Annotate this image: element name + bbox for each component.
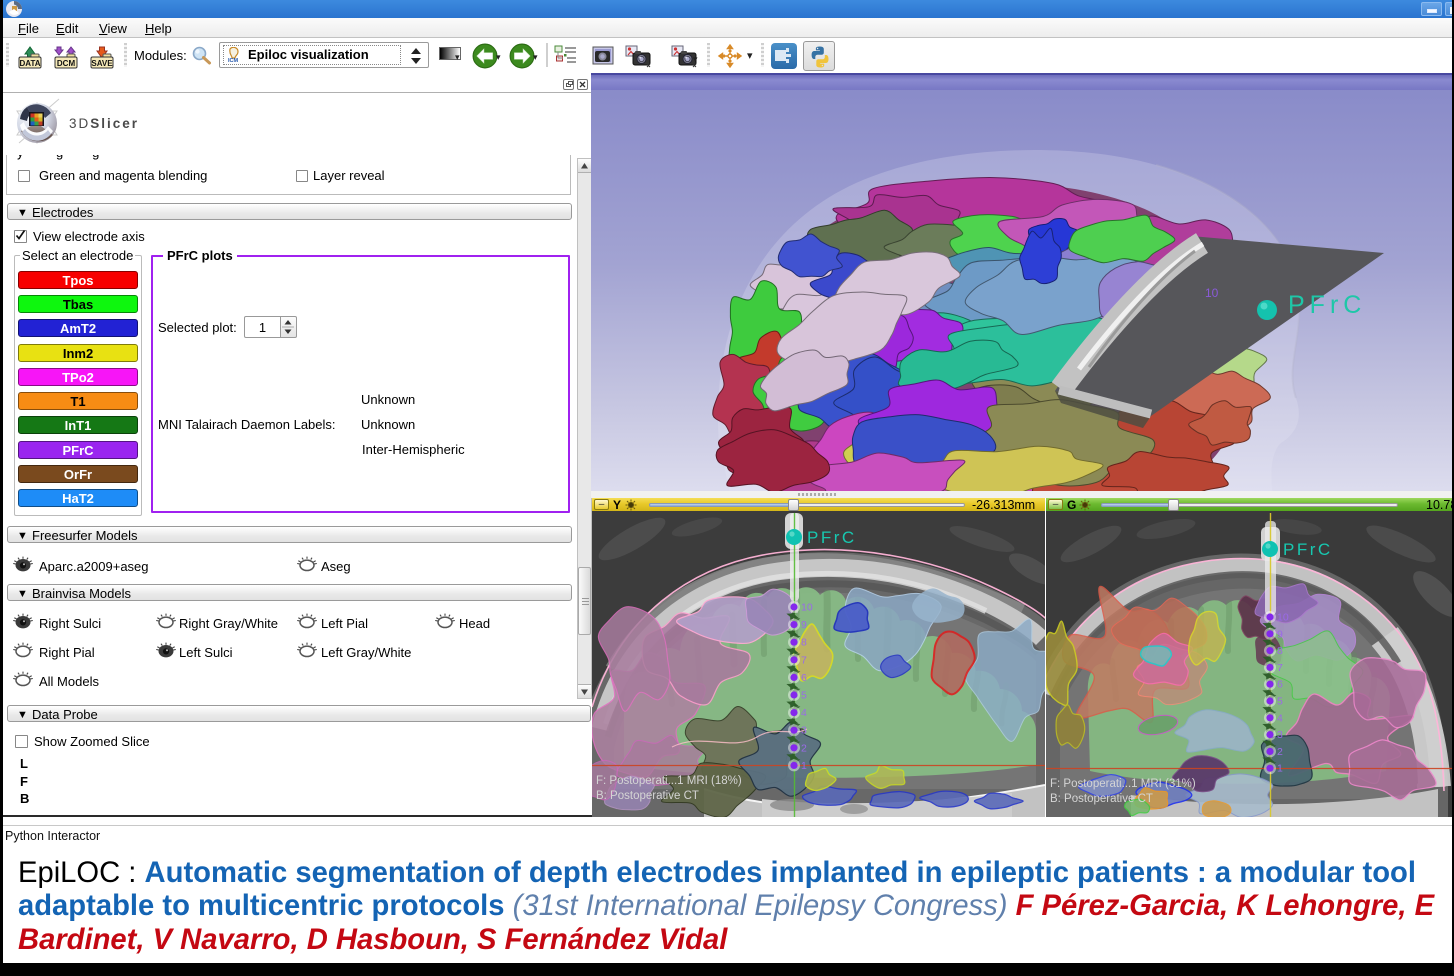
svg-text:7: 7	[1277, 662, 1283, 674]
svg-text:2: 2	[801, 742, 807, 754]
svg-text:1: 1	[1277, 763, 1283, 775]
svg-text:SAVE: SAVE	[91, 59, 113, 68]
svg-text:10: 10	[1277, 612, 1289, 624]
svg-text:2: 2	[1277, 746, 1283, 758]
svg-text:ICM: ICM	[228, 58, 239, 64]
svg-text:4: 4	[1277, 712, 1283, 724]
svg-text:PFrC: PFrC	[807, 528, 857, 547]
svg-text:10: 10	[1205, 286, 1219, 300]
svg-text:1: 1	[801, 760, 807, 772]
svg-text:8: 8	[801, 637, 807, 649]
svg-text:8: 8	[1277, 645, 1283, 657]
svg-text:3: 3	[801, 725, 807, 737]
svg-text:DATA: DATA	[19, 59, 40, 68]
svg-text:10: 10	[801, 602, 813, 614]
svg-text:6: 6	[801, 672, 807, 684]
svg-text:B: Postoperative CT: B: Postoperative CT	[1050, 793, 1153, 805]
svg-text:9: 9	[801, 619, 807, 631]
svg-text:6: 6	[1277, 679, 1283, 691]
svg-text:B: Postoperative CT: B: Postoperative CT	[596, 790, 699, 802]
svg-text:DCM: DCM	[57, 59, 76, 68]
svg-text:3: 3	[1277, 729, 1283, 741]
svg-text:5: 5	[801, 690, 807, 702]
svg-text:PFrC: PFrC	[1288, 291, 1366, 319]
svg-text:PFrC: PFrC	[1283, 540, 1333, 559]
svg-text:7: 7	[801, 654, 807, 666]
svg-text:9: 9	[1277, 628, 1283, 640]
svg-text:4: 4	[801, 707, 807, 719]
svg-text:F: Postoperati...1 MRI (18%): F: Postoperati...1 MRI (18%)	[596, 775, 742, 787]
svg-text:F: Postoperati...1 MRI (31%): F: Postoperati...1 MRI (31%)	[1050, 778, 1196, 790]
svg-text:5: 5	[1277, 696, 1283, 708]
